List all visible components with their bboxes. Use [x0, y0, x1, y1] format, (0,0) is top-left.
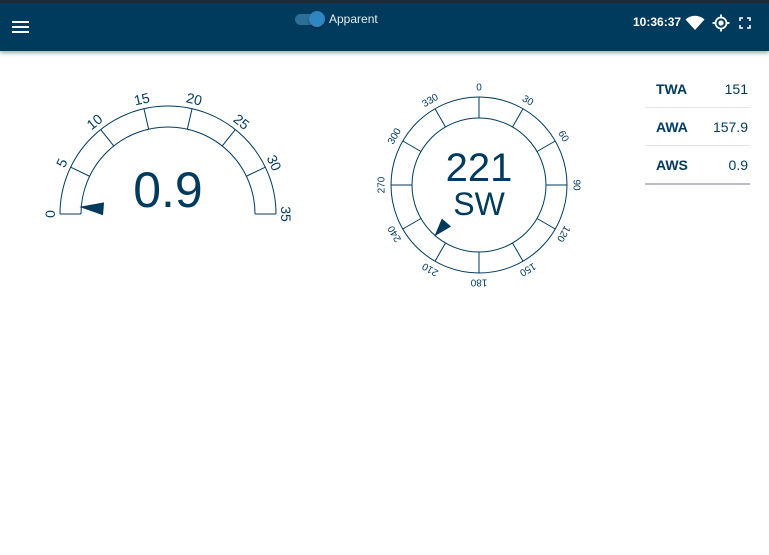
wind-direction-degrees: 221: [446, 146, 513, 190]
gauge-tick-label: 5: [53, 156, 71, 170]
compass-tick: [536, 218, 556, 230]
aws-value: 0.9: [711, 145, 750, 185]
clock-time: 10:36:37: [633, 15, 682, 29]
gauge-tick: [186, 108, 193, 130]
gauge-tick: [100, 129, 115, 147]
gauge-tick-label: 10: [83, 111, 105, 133]
awa-value: 157.9: [711, 107, 750, 146]
compass-tick: [512, 242, 524, 262]
fullscreen-icon[interactable]: [739, 17, 751, 29]
wifi-icon: [685, 15, 705, 30]
gauge-tick-label: 25: [230, 111, 252, 133]
compass-tick: [402, 218, 422, 230]
compass-tick-label: 90: [571, 179, 582, 191]
gauge-tick: [221, 129, 236, 147]
gauge-tick-label: 35: [278, 206, 294, 222]
gauge-tick: [70, 166, 90, 177]
compass-tick: [402, 140, 422, 152]
compass-tick-label: 30: [520, 93, 536, 108]
twa-value: 151: [711, 70, 750, 108]
wind-speed-gauge: 051015 20253035 0.9: [42, 89, 294, 222]
gauge-tick: [246, 166, 266, 177]
table-row: AWS 0.9: [645, 145, 750, 185]
gps-icon[interactable]: [712, 14, 730, 32]
twa-label: TWA: [645, 70, 712, 108]
apparent-toggle[interactable]: [295, 11, 325, 27]
wind-speed-value: 0.9: [133, 162, 203, 218]
compass-tick: [434, 242, 446, 262]
gauge-tick-label: 0: [42, 210, 58, 218]
table-row: TWA 151: [645, 70, 750, 108]
awa-label: AWA: [645, 107, 712, 146]
gauge-tick: [143, 108, 150, 130]
speed-pointer: [79, 202, 105, 216]
gauge-tick-label: 20: [185, 89, 204, 108]
compass-tick: [512, 108, 524, 128]
aws-label: AWS: [645, 145, 712, 185]
wind-direction-compass: 0306090120150180210240270300330 221 SW: [377, 83, 582, 288]
apparent-toggle-label: Apparent: [329, 12, 378, 26]
table-row: AWA 157.9: [645, 107, 750, 146]
compass-tick-label: 180: [470, 277, 487, 288]
compass-tick: [434, 108, 446, 128]
compass-tick-label: 60: [555, 129, 570, 145]
compass-pointer: [434, 218, 452, 237]
compass-tick: [536, 140, 556, 152]
wind-direction-cardinal: SW: [453, 186, 505, 222]
menu-icon[interactable]: [12, 20, 30, 34]
compass-tick-label: 0: [476, 83, 482, 94]
wind-data-table: TWA 151 AWA 157.9 AWS 0.9: [645, 70, 750, 185]
compass-tick-label: 270: [377, 176, 388, 193]
toggle-thumb: [309, 11, 325, 27]
gauge-tick-label: 15: [132, 89, 151, 108]
app-bar: Apparent 10:36:37: [0, 3, 769, 51]
